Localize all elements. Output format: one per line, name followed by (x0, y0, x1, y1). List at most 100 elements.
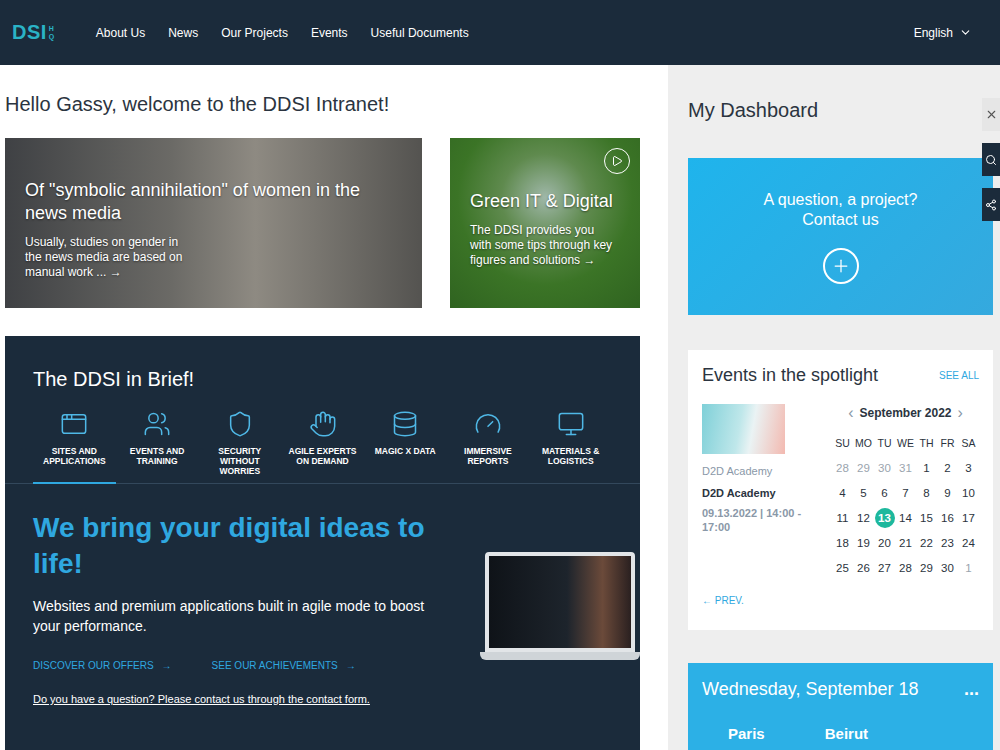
event-thumbnail (702, 404, 785, 454)
search-icon (985, 154, 997, 166)
brief-heading: We bring your digital ideas to life! (33, 510, 433, 582)
calendar-day[interactable]: 8 (917, 483, 937, 503)
calendar-header: ‹ September 2022 › (832, 404, 979, 422)
calendar-day[interactable]: 31 (896, 458, 916, 478)
brief-tab[interactable]: AGILE EXPERTS ON DEMAND (281, 410, 364, 484)
featured-summary: Usually, studies on gender in the news m… (25, 235, 195, 280)
arrow: → (110, 265, 122, 279)
calendar-day[interactable]: 23 (938, 533, 958, 553)
calendar-day[interactable]: 3 (959, 458, 979, 478)
brief-link[interactable]: DISCOVER OUR OFFERS→ (33, 660, 172, 671)
calendar-day[interactable]: 12 (854, 508, 874, 528)
brief-tab-label: EVENTS AND TRAINING (117, 446, 197, 476)
calendar-day[interactable]: 18 (833, 533, 853, 553)
brief-tab[interactable]: MATERIALS & LOGISTICS (529, 410, 612, 484)
weather-city[interactable]: Paris (728, 725, 765, 742)
calendar-next[interactable]: › (958, 404, 963, 422)
weekday: SU (835, 437, 850, 449)
service-icon (474, 410, 502, 438)
calendar-day[interactable]: 9 (938, 483, 958, 503)
dashboard-title: My Dashboard (688, 97, 993, 123)
calendar-day[interactable]: 27 (875, 558, 895, 578)
nav-item[interactable]: Useful Documents (371, 26, 469, 40)
brief-tab[interactable]: SECURITY WITHOUT WORRIES (198, 410, 281, 484)
calendar-day[interactable]: 21 (896, 533, 916, 553)
service-icon (557, 410, 585, 438)
laptop-base (480, 652, 640, 660)
add-button[interactable] (823, 248, 859, 284)
brief-link[interactable]: SEE OUR ACHIEVEMENTS→ (212, 660, 356, 671)
brief-tab[interactable]: SITES AND APPLICATIONS (33, 410, 116, 484)
nav-item[interactable]: News (168, 26, 198, 40)
contact-card[interactable]: A question, a project?Contact us (688, 158, 993, 315)
calendar-day[interactable]: 1 (917, 458, 937, 478)
nav-item[interactable]: About Us (96, 26, 145, 40)
contact-form-link[interactable]: Do you have a question? Please contact u… (33, 693, 370, 705)
content-column: Hello Gassy, welcome to the DDSI Intrane… (0, 65, 668, 750)
brief-tab[interactable]: EVENTS AND TRAINING (116, 410, 199, 484)
nav-item[interactable]: Events (311, 26, 348, 40)
close-button[interactable] (982, 98, 1000, 131)
events-body: D2D AcademyD2D Academy09.13.2022 | 14:00… (702, 404, 979, 616)
weather-card: Wednesday, September 18... Paris Beirut (688, 663, 993, 750)
calendar-day[interactable]: 29 (917, 558, 937, 578)
calendar-day[interactable]: 16 (938, 508, 958, 528)
calendar-day[interactable]: 17 (959, 508, 979, 528)
calendar-day[interactable]: 25 (833, 558, 853, 578)
calendar-day[interactable]: 30 (938, 558, 958, 578)
calendar-day[interactable]: 13 (875, 508, 895, 528)
calendar-day[interactable]: 24 (959, 533, 979, 553)
calendar-day[interactable]: 22 (917, 533, 937, 553)
nav-menu: About Us News Our Projects Events Useful Doc… (96, 26, 469, 40)
service-icon (60, 410, 88, 438)
calendar-day[interactable]: 6 (875, 483, 895, 503)
brief-tab-label: MAGIC X DATA (375, 446, 436, 476)
language-select[interactable]: English (914, 26, 972, 40)
weather-menu[interactable]: ... (964, 680, 979, 698)
search-button[interactable] (982, 143, 1000, 176)
close-icon (985, 108, 998, 121)
greeting: Hello Gassy, welcome to the DDSI Intrane… (5, 91, 640, 117)
calendar-day[interactable]: 4 (833, 483, 853, 503)
intranet-page: DSIHQ About Us News Our Projects Events Usefu… (0, 0, 1000, 750)
prev-link[interactable]: ← PREV. (702, 595, 802, 606)
featured-summary: The DDSI provides you with some tips thr… (470, 223, 615, 268)
calendar-day[interactable]: 14 (896, 508, 916, 528)
event-item[interactable]: D2D AcademyD2D Academy09.13.2022 | 14:00… (702, 404, 802, 616)
featured-card[interactable]: Green IT & DigitalThe DDSI provides you … (450, 138, 640, 308)
event-name: D2D Academy (702, 486, 802, 500)
weather-date: Wednesday, September 18 (702, 677, 918, 701)
brief-tab[interactable]: IMMERSIVE REPORTS (447, 410, 530, 484)
calendar-month: September 2022 (859, 406, 951, 420)
see-all-link[interactable]: SEE ALL (939, 370, 979, 381)
calendar-day[interactable]: 15 (917, 508, 937, 528)
calendar-day[interactable]: 5 (854, 483, 874, 503)
calendar-day[interactable]: 28 (833, 458, 853, 478)
play-button[interactable] (604, 148, 630, 174)
calendar-day[interactable]: 1 (959, 558, 979, 578)
featured-card[interactable]: Of "symbolic annihilation" of women in t… (5, 138, 422, 308)
share-button[interactable] (982, 188, 1000, 221)
calendar-days: 2829303112345678910111213141516171819202… (832, 455, 979, 580)
brief-panel: The DDSI in Brief!SITES AND APPLICATIONS… (5, 336, 640, 750)
calendar-day[interactable]: 26 (854, 558, 874, 578)
weather-city[interactable]: Beirut (825, 725, 868, 742)
calendar-day[interactable]: 10 (959, 483, 979, 503)
calendar: ‹September 2022›SUMOTUWETHFRSA2829303112… (832, 404, 979, 616)
logo[interactable]: DSIHQ (12, 21, 56, 44)
share-icon (985, 199, 997, 211)
events-card: Events in the spotlightSEE ALLD2D Academ… (688, 350, 993, 630)
calendar-day[interactable]: 28 (896, 558, 916, 578)
logo-suffix: HQ (49, 25, 56, 40)
calendar-prev[interactable]: ‹ (848, 404, 853, 422)
calendar-day[interactable]: 19 (854, 533, 874, 553)
calendar-day[interactable]: 2 (938, 458, 958, 478)
calendar-day[interactable]: 11 (833, 508, 853, 528)
calendar-day[interactable]: 30 (875, 458, 895, 478)
calendar-day[interactable]: 20 (875, 533, 895, 553)
nav-item[interactable]: Our Projects (221, 26, 288, 40)
event-date: 09.13.2022 | 14:00 - 17:00 (702, 506, 802, 534)
brief-tab[interactable]: MAGIC X DATA (364, 410, 447, 484)
calendar-day[interactable]: 7 (896, 483, 916, 503)
calendar-day[interactable]: 29 (854, 458, 874, 478)
